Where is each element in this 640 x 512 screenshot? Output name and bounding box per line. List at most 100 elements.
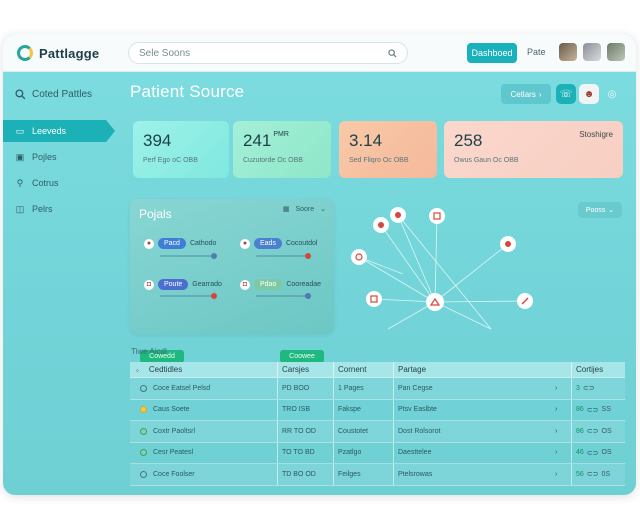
column-header[interactable]: Cornent bbox=[333, 362, 390, 377]
sidebar-item-projects[interactable]: ▣ Pojles bbox=[3, 146, 116, 168]
sidebar-item-label: Pojles bbox=[32, 152, 57, 162]
chevron-right-icon[interactable]: › bbox=[555, 443, 565, 464]
logo-icon bbox=[17, 45, 33, 61]
chevron-right-icon[interactable]: › bbox=[555, 378, 565, 399]
stat-card[interactable]: 241 PMR Cuzutorde Oc OBB bbox=[233, 121, 331, 178]
sidebar-header[interactable]: Coted Pattles bbox=[15, 89, 92, 100]
table-row[interactable]: Coxtr Paoltsrl RR TO OD Coustotet Dost R… bbox=[130, 421, 625, 443]
sidebar-item-label: Pelrs bbox=[32, 204, 53, 214]
avatar[interactable] bbox=[607, 43, 625, 61]
user-avatar-icon[interactable]: ☻ bbox=[579, 84, 599, 104]
patient-name: Coxtr Paoltsrl bbox=[153, 427, 196, 435]
sidebar-item-reports[interactable]: ◫ Pelrs bbox=[3, 198, 116, 220]
column-header[interactable]: Cortijes bbox=[571, 362, 625, 377]
toggle-icon[interactable]: ⊂⊃ bbox=[587, 406, 599, 414]
search-icon bbox=[388, 48, 397, 58]
stat-caption: Perf Ego oC OBB bbox=[143, 157, 198, 164]
project-connectors bbox=[160, 253, 311, 299]
network-filter-button[interactable]: Pooss ⌄ bbox=[578, 202, 622, 218]
hospital-icon[interactable] bbox=[426, 293, 444, 311]
stat-value: 3.14 bbox=[349, 131, 383, 150]
sidebar: Coted Pattles ▭ Leeveds ▣ Pojles ⚲ Cotru… bbox=[3, 72, 116, 495]
stat-card[interactable]: 258 Owus Gaun Oc OBB Stoshigre bbox=[444, 121, 623, 178]
network-button-label: Pooss bbox=[585, 206, 606, 214]
cell-value: Ptelsrowas bbox=[393, 464, 558, 485]
table-title: Tiwe Aicdl bbox=[131, 347, 167, 356]
top-link[interactable]: Pate bbox=[527, 47, 546, 57]
sort-icon[interactable]: ◦ bbox=[136, 366, 139, 375]
dashboard-icon: ▭ bbox=[15, 125, 25, 136]
projects-panel: Pojals ▦ Soore ⌄ ● Pacd Cathodo ● Eads C… bbox=[130, 199, 334, 363]
toggle-icon[interactable]: ⊂⊃ bbox=[583, 384, 595, 392]
cell-value: Daesttelee bbox=[393, 442, 558, 463]
cell-value: OS bbox=[601, 449, 612, 457]
stat-caption: Owus Gaun Oc OBB bbox=[454, 157, 519, 164]
table-row[interactable]: Cesr Peatesl TO TO BD Pzatlgo Daesttelee… bbox=[130, 442, 625, 464]
cell-value: PD BOO bbox=[277, 378, 332, 399]
stat-value: 241 bbox=[243, 131, 272, 150]
sidebar-item-label: Leeveds bbox=[32, 126, 67, 136]
status-icon bbox=[140, 384, 147, 392]
cell-value: TO TO BD bbox=[277, 442, 332, 463]
header-dropdown-button[interactable]: Cetlars › bbox=[501, 84, 551, 104]
settings-icon[interactable]: ◎ bbox=[602, 84, 622, 104]
person-icon[interactable] bbox=[429, 208, 445, 224]
cell-value: OS bbox=[601, 427, 612, 435]
connector-end bbox=[305, 293, 311, 299]
patient-name: Coce Eatsel Pelsd bbox=[153, 384, 211, 392]
building-icon[interactable] bbox=[366, 291, 382, 307]
sidebar-header-label: Coted Pattles bbox=[32, 89, 93, 100]
table-row[interactable]: Coce Foolser TD BO OD Feilges Ptelsrowas… bbox=[130, 464, 625, 486]
chevron-right-icon[interactable]: › bbox=[555, 464, 565, 485]
chevron-right-icon[interactable]: › bbox=[555, 421, 565, 442]
status-icon bbox=[140, 427, 147, 435]
status-icon bbox=[140, 406, 147, 414]
column-header[interactable]: Cedtidles bbox=[149, 365, 182, 374]
toggle-icon[interactable]: ⊂⊃ bbox=[587, 449, 599, 457]
avatar[interactable] bbox=[583, 43, 601, 61]
toggle-icon[interactable]: ⊂⊃ bbox=[587, 470, 599, 478]
dashboard-button[interactable]: Dashboed bbox=[467, 43, 517, 63]
stat-card[interactable]: 3.14 Sed Fliqro Oc OBB bbox=[339, 121, 437, 178]
phone-icon[interactable]: ☏ bbox=[556, 84, 576, 104]
sidebar-item-contacts[interactable]: ⚲ Cotrus bbox=[3, 172, 116, 194]
chevron-right-icon: › bbox=[538, 89, 542, 99]
table-row[interactable]: Coce Eatsel Pelsd PD BOO 1 Pages Pan Ceg… bbox=[130, 378, 625, 400]
connector-end bbox=[211, 293, 217, 299]
cell-value: 56 bbox=[576, 470, 584, 478]
reports-icon: ◫ bbox=[15, 203, 25, 214]
connector-end bbox=[305, 253, 311, 259]
search-input[interactable]: Sele Soons bbox=[128, 42, 408, 64]
patient-name: Caus Soete bbox=[153, 406, 190, 414]
cell-value: 1 Pages bbox=[333, 378, 390, 399]
patients-table: ◦ Cedtidles Carsjes Cornent Partage Cort… bbox=[130, 362, 625, 486]
cell-value: Pan Cegse bbox=[393, 378, 558, 399]
column-header[interactable]: Carsjes bbox=[277, 362, 332, 377]
top-bar: Pattlagge Sele Soons Dashboed Pate bbox=[3, 34, 636, 72]
app-name: Pattlagge bbox=[39, 45, 100, 61]
toggle-icon[interactable]: ⊂⊃ bbox=[587, 427, 599, 435]
status-icon bbox=[140, 470, 147, 478]
app-logo[interactable]: Pattlagge bbox=[17, 45, 99, 61]
search-icon bbox=[15, 89, 26, 100]
cell-value: 46 bbox=[576, 449, 584, 457]
stat-card[interactable]: 394 Perf Ego oC OBB bbox=[133, 121, 229, 178]
stat-caption: Cuzutorde Oc OBB bbox=[243, 157, 303, 164]
column-header[interactable]: Partage bbox=[393, 362, 558, 377]
table-row[interactable]: Caus Soete TRO ISB Fakspe Ptsv Easlbte ›… bbox=[130, 399, 625, 421]
sidebar-item-dashboard[interactable]: ▭ Leeveds bbox=[3, 120, 115, 142]
header-button-label: Cetlars bbox=[510, 89, 536, 99]
cell-value: Feilges bbox=[333, 464, 390, 485]
user-icon[interactable] bbox=[351, 249, 367, 265]
avatar[interactable] bbox=[559, 43, 577, 61]
cell-value: RR TO OD bbox=[277, 421, 332, 442]
app-window: Pattlagge Sele Soons Dashboed Pate Coted… bbox=[3, 34, 636, 495]
cell-value: 0S bbox=[601, 470, 611, 478]
network-nodes bbox=[351, 207, 533, 311]
cell-value: Coustotet bbox=[333, 421, 390, 442]
cell-value: Dost Rolsorot bbox=[393, 421, 558, 442]
patient-network-graph bbox=[351, 207, 533, 330]
chevron-right-icon[interactable]: › bbox=[555, 400, 565, 421]
stat-caption: Sed Fliqro Oc OBB bbox=[349, 157, 409, 164]
sidebar-item-label: Cotrus bbox=[32, 178, 59, 188]
